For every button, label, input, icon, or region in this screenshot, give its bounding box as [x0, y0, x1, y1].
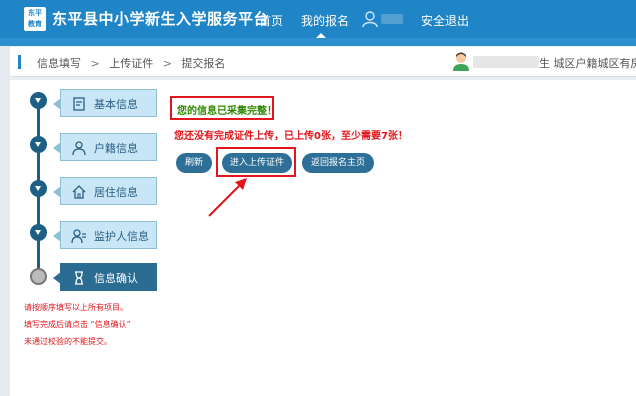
hourglass-icon [71, 270, 87, 286]
step-dot-3 [30, 180, 47, 197]
step-label: 信息确认 [94, 272, 138, 285]
user-name-masked [381, 14, 403, 24]
step-dot-5 [30, 268, 47, 285]
document-icon [71, 96, 87, 112]
success-highlight-box: 您的信息已采集完整！ [170, 96, 277, 120]
instruction-note-2: 填写完成后请点击 “信息确认” [24, 320, 131, 329]
instruction-note-3: 未通过校验的不能提交。 [24, 337, 112, 346]
step-residence-info[interactable]: 居住信息 [53, 177, 157, 205]
user-info-text: 生 城区户籍城区有房信息 [539, 57, 636, 70]
step-label: 基本信息 [94, 98, 138, 111]
header-subband [0, 38, 636, 46]
avatar [451, 51, 471, 71]
step-household-info[interactable]: 户籍信息 [53, 133, 157, 161]
logo-line-2: 教育 [28, 20, 42, 28]
back-home-button[interactable]: 返回报名主页 [302, 153, 374, 173]
step-basic-info[interactable]: 基本信息 [53, 89, 157, 117]
step-label: 户籍信息 [94, 142, 138, 155]
step-dot-1 [30, 92, 47, 109]
step-label: 监护人信息 [94, 230, 149, 243]
breadcrumb-item-submit[interactable]: 提交报名 [181, 57, 225, 70]
refresh-button[interactable]: 刷新 [176, 153, 212, 173]
pointer-arrow-icon [205, 174, 255, 220]
guardian-icon [71, 228, 87, 244]
step-confirm-info[interactable]: 信息确认 [53, 263, 157, 291]
breadcrumb-item-info[interactable]: 信息填写 [37, 57, 81, 70]
nav-home[interactable]: 首页 [259, 12, 283, 29]
warning-message: 您还没有完成证件上传，已上传0张，至少需要7张！ [174, 131, 408, 142]
step-dot-2 [30, 136, 47, 153]
person-icon [71, 140, 87, 156]
nav-my-signup[interactable]: 我的报名 [301, 12, 349, 29]
breadcrumb: 信息填写 > 上传证件 > 提交报名 [37, 55, 231, 71]
breadcrumb-item-upload[interactable]: 上传证件 [109, 57, 153, 70]
page: 东平 教育 东平县中小学新生入学服务平台 首页 我的报名 安全退出 信息填写 >… [0, 0, 636, 396]
breadcrumb-accent [18, 55, 21, 69]
success-message: 您的信息已采集完整！ [177, 106, 277, 117]
step-dot-4 [30, 224, 47, 241]
step-guardian-info[interactable]: 监护人信息 [53, 221, 157, 249]
home-icon [71, 184, 87, 200]
page-edge [0, 46, 10, 396]
site-title: 东平县中小学新生入学服务平台 [52, 10, 270, 28]
logo-line-1: 东平 [28, 9, 42, 17]
nav-logout[interactable]: 安全退出 [421, 12, 469, 29]
upload-documents-button[interactable]: 进入上传证件 [222, 153, 292, 173]
step-label: 居住信息 [94, 186, 138, 199]
top-header: 东平 教育 东平县中小学新生入学服务平台 首页 我的报名 安全退出 [0, 0, 636, 39]
breadcrumb-bar: 信息填写 > 上传证件 > 提交报名 生 城区户籍城区有房信息 [10, 47, 636, 77]
user-info-masked [473, 56, 539, 68]
user-icon [361, 10, 379, 28]
site-logo[interactable]: 东平 教育 [24, 7, 46, 31]
breadcrumb-separator: > [90, 57, 100, 70]
instruction-note-1: 请按顺序填写以上所有项目。 [24, 303, 128, 312]
breadcrumb-separator: > [162, 57, 172, 70]
